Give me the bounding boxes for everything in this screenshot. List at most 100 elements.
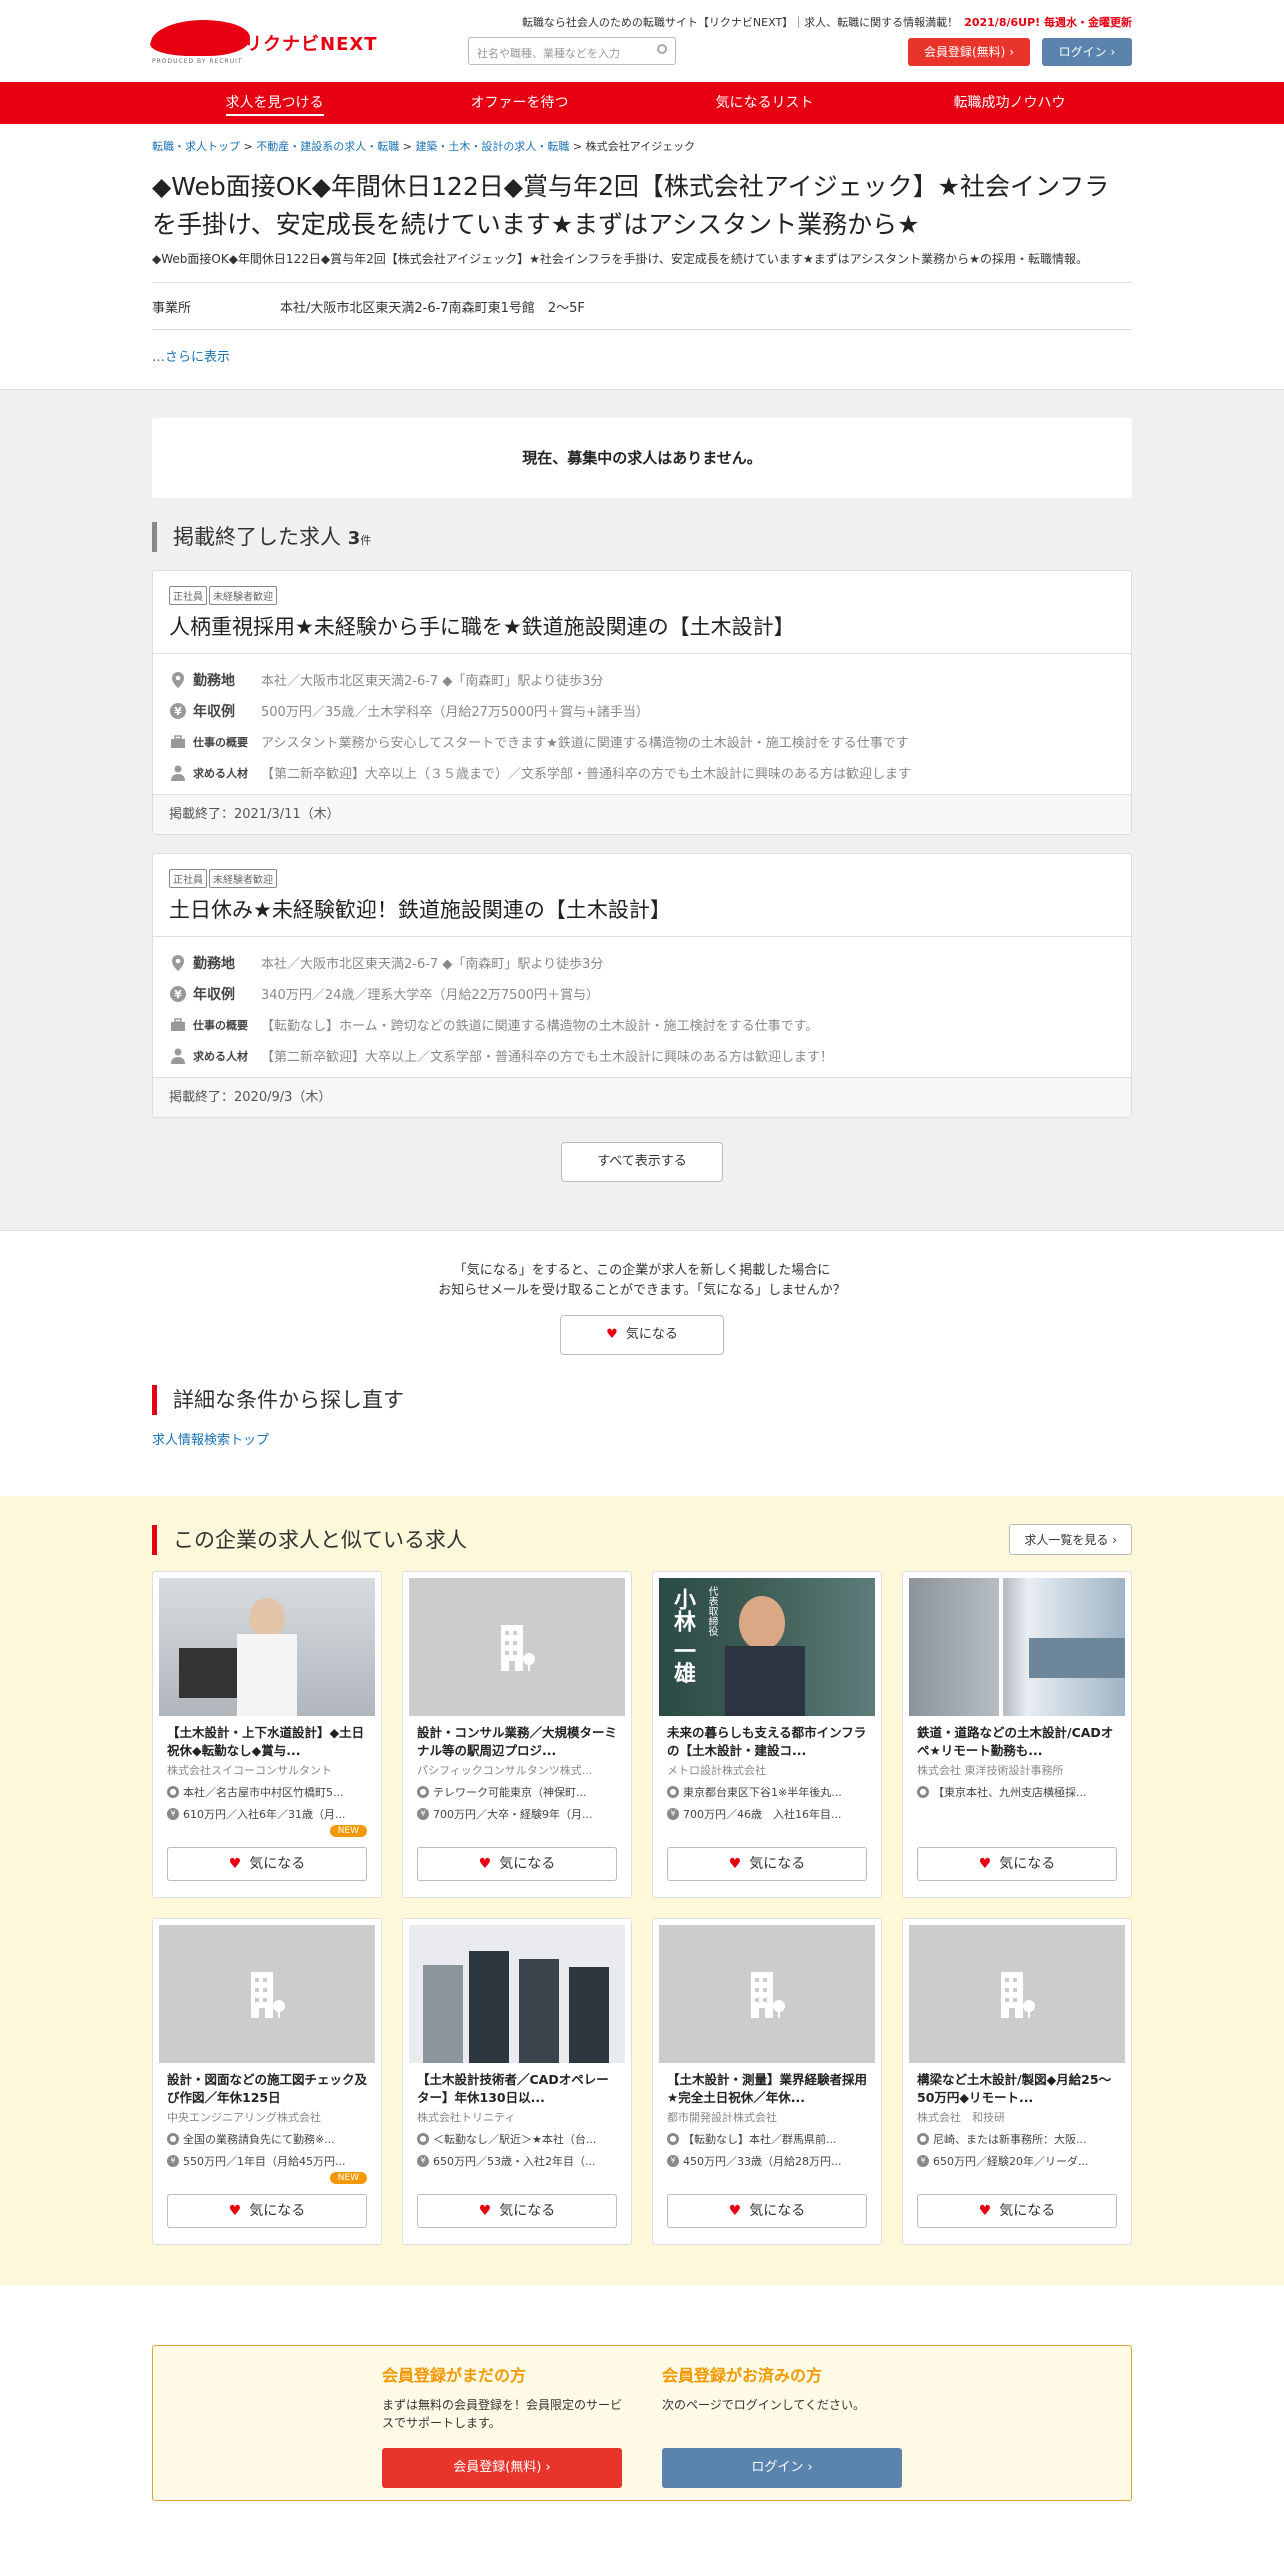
card-location: ● ＜転勤なし／駅近＞★本社（台... (417, 2131, 617, 2147)
logo-subtext: PRODUCED BY RECRUIT (152, 58, 243, 65)
company-description: ◆Web面接OK◆年間休日122日◆賞与年2回【株式会社アイジェック】★社会イン… (152, 252, 1088, 266)
bottom-register-button[interactable]: 会員登録(無料) › (382, 2448, 622, 2488)
heart-icon: ♥ (478, 1856, 492, 1872)
office-value: 本社/大阪市北区東天満2-6-7南森町東1号館 2～5F (280, 300, 585, 316)
job-tags: 正社員 未経験者歓迎 (169, 585, 1115, 605)
card-title[interactable]: 設計・コンサル業務／大規模ターミナル等の駅周辺プロジ... (417, 1724, 617, 1760)
card-salary: ¥610万円／入社6年／31歳（月... (167, 1806, 367, 1822)
favorite-section: 「気になる」をすると、この企業が求人を新しく掲載した場合に お知らせメールを受け… (152, 1231, 1132, 1355)
register-button[interactable]: 会員登録(無料) › (908, 38, 1030, 66)
page-title: ◆Web面接OK◆年間休日122日◆賞与年2回【株式会社アイジェック】★社会イン… (152, 172, 1110, 239)
card-title[interactable]: 鉄道・道路などの土木設計/CADオペ★リモート勤務も... (917, 1724, 1117, 1760)
office-row: 事業所 本社/大阪市北区東天満2-6-7南森町東1号館 2～5F (152, 282, 1132, 330)
card-title[interactable]: 設計・図面などの施工図チェック及び作図／年休125日 (167, 2071, 367, 2107)
location-pin-icon: ● (167, 1786, 179, 1798)
job-summary-row: 仕事の概要 【転勤なし】ホーム・跨切などの鉄道に関連する構造物の土木設計・施工検討… (169, 1009, 1115, 1040)
new-badge: NEW (329, 1825, 367, 1837)
breadcrumb-link-top[interactable]: 転職・求人トップ (152, 140, 240, 153)
job-list-link[interactable]: 求人一覧を見る › (1009, 1524, 1132, 1555)
yen-icon: ¥ (167, 1808, 179, 1820)
card-title[interactable]: 未来の暮らしも支える都市インフラの【土木設計・建設コ... (667, 1724, 867, 1760)
nav-item-favorites[interactable]: 気になるリスト (642, 82, 887, 124)
card-salary: ¥650万円／経験20年／リーダ... (917, 2153, 1117, 2169)
breadcrumb-link-realestate[interactable]: 不動産・建設系の求人・転職 (256, 140, 399, 153)
job-thumbnail: 代表取締役 小林 一雄 (659, 1578, 875, 1716)
heart-icon: ♥ (978, 2203, 992, 2219)
search-input[interactable]: 社名や職種、業種などを入力 (468, 37, 676, 65)
show-more-link[interactable]: …さらに表示 (152, 346, 1132, 389)
card-favorite-button[interactable]: ♥ 気になる (667, 2194, 867, 2228)
update-notice: 2021/8/6UP! 毎週水・金曜更新 (964, 16, 1132, 29)
job-title[interactable]: 土日休み★未経験歓迎！鉄道施設関連の【土木設計】 (169, 894, 1115, 924)
card-favorite-button[interactable]: ♥ 気になる (167, 1847, 367, 1881)
breadcrumb-link-construction[interactable]: 建築・土木・設計の求人・転職 (415, 140, 569, 153)
favorite-text-1: 「気になる」をすると、この企業が求人を新しく掲載した場合に (453, 1263, 831, 1278)
location-pin-icon: ● (667, 1786, 679, 1798)
job-thumbnail (159, 1925, 375, 2063)
person-icon (169, 764, 187, 782)
building-icon (501, 1625, 535, 1671)
similar-job-card[interactable]: 【土木設計・測量】業界経験者採用★完全土日祝休／年休... 都市開発設計株式会社 ●… (652, 1918, 882, 2245)
show-all-button[interactable]: すべて表示する (561, 1142, 723, 1182)
yen-icon: ¥ (417, 2155, 429, 2167)
card-favorite-button[interactable]: ♥ 気になる (667, 1847, 867, 1881)
favorite-button[interactable]: ♥ 気になる (560, 1315, 724, 1355)
nav-item-find-jobs[interactable]: 求人を見つける (152, 82, 397, 124)
person-icon (169, 1047, 187, 1065)
briefcase-icon (169, 1016, 187, 1034)
job-seek-row: 求める人材 【第二新卒歓迎】大卒以上／文系学部・普通科卒の方でも土木設計に興味のあ… (169, 1040, 1115, 1071)
member-text: 次のページでログインしてください。 (662, 2398, 866, 2412)
main-nav: 求人を見つける オファーを待つ 気になるリスト 転職成功ノウハウ (0, 82, 1284, 124)
ended-job-card[interactable]: 正社員 未経験者歓迎 土日休み★未経験歓迎！鉄道施設関連の【土木設計】 勤務地 本社… (152, 853, 1132, 1118)
card-favorite-button[interactable]: ♥ 気になる (917, 1847, 1117, 1881)
card-favorite-button[interactable]: ♥ 気になる (167, 2194, 367, 2228)
search-again-section: 詳細な条件から探し直す 求人情報検索トップ (152, 1385, 1132, 1448)
similar-job-card[interactable]: 構梁など土木設計/製図◆月給25～50万円◆リモート... 株式会社 和技研 ● 尼崎… (902, 1918, 1132, 2245)
job-seek-row: 求める人材 【第二新卒歓迎】大卒以上（３５歳まで）／文系学部・普通科卒の方でも土木… (169, 757, 1115, 788)
card-company: 株式会社 東洋技術設計事務所 (917, 1764, 1064, 1777)
card-favorite-button[interactable]: ♥ 気になる (417, 2194, 617, 2228)
card-title[interactable]: 構梁など土木設計/製図◆月給25～50万円◆リモート... (917, 2071, 1117, 2107)
job-summary-row: 仕事の概要 アシスタント業務から安心してスタートできます★鉄道に関連する構造物の土… (169, 726, 1115, 757)
search-top-link[interactable]: 求人情報検索トップ (152, 1429, 1132, 1448)
card-title[interactable]: 【土木設計・上下水道設計】◆土日祝休◆転勤なし◆賞与... (167, 1724, 367, 1760)
card-favorite-button[interactable]: ♥ 気になる (417, 1847, 617, 1881)
card-title[interactable]: 【土木設計・測量】業界経験者採用★完全土日祝休／年休... (667, 2071, 867, 2107)
card-company: 株式会社 和技研 (917, 2111, 1005, 2124)
job-thumbnail (909, 1578, 1125, 1716)
image-name: 小林 一雄 (670, 1588, 695, 1684)
card-company: メトロ設計株式会社 (667, 1764, 766, 1777)
card-company: 株式会社スイコーコンサルタント (167, 1764, 332, 1777)
location-pin-icon (169, 954, 187, 972)
similar-job-card[interactable]: 設計・図面などの施工図チェック及び作図／年休125日 中央エンジニアリング株式会社… (152, 1918, 382, 2245)
card-location: ● 【転勤なし】本社／群馬県前... (667, 2131, 867, 2147)
login-button[interactable]: ログイン › (1042, 38, 1132, 66)
similar-job-card[interactable]: 【土木設計技術者／CADオペレーター】年休130日以... 株式会社トリニティ ● ＜… (402, 1918, 632, 2245)
site-header: リクナビNEXT PRODUCED BY RECRUIT 転職なら社会人のための… (146, 0, 1132, 82)
location-pin-icon: ● (417, 1786, 429, 1798)
card-salary: ¥650万円／53歳・入社2年目（... (417, 2153, 617, 2169)
job-location-row: 勤務地 本社／大阪市北区東天満2-6-7 ◆「南森町」駅より徒歩3分 (169, 947, 1115, 978)
job-thumbnail (409, 1925, 625, 2063)
yen-icon: ¥ (667, 1808, 679, 1820)
similar-job-card[interactable]: 【土木設計・上下水道設計】◆土日祝休◆転勤なし◆賞与... 株式会社スイコーコンサ… (152, 1571, 382, 1898)
nav-item-wait-offers[interactable]: オファーを待つ (397, 82, 642, 124)
heart-icon: ♥ (978, 1856, 992, 1872)
building-icon (1001, 1972, 1035, 2018)
bottom-login-button[interactable]: ログイン › (662, 2448, 902, 2488)
card-title[interactable]: 【土木設計技術者／CADオペレーター】年休130日以... (417, 2071, 617, 2107)
site-logo[interactable]: リクナビNEXT PRODUCED BY RECRUIT (146, 16, 377, 68)
location-pin-icon: ● (667, 2133, 679, 2145)
search-icon[interactable] (657, 44, 667, 54)
similar-job-card[interactable]: 鉄道・道路などの土木設計/CADオペ★リモート勤務も... 株式会社 東洋技術設計… (902, 1571, 1132, 1898)
similar-job-card[interactable]: 設計・コンサル業務／大規模ターミナル等の駅周辺プロジ... パシフィックコンサルタ… (402, 1571, 632, 1898)
location-pin-icon: ● (417, 2133, 429, 2145)
job-title[interactable]: 人柄重視採用★未経験から手に職を★鉄道施設関連の【土木設計】 (169, 611, 1115, 641)
card-favorite-button[interactable]: ♥ 気になる (917, 2194, 1117, 2228)
breadcrumb-current: 株式会社アイジェック (585, 140, 696, 153)
register-section: 会員登録がまだの方 まずは無料の会員登録を！会員限定のサービスでサポートします。… (152, 2285, 1132, 2541)
logo-swoosh (146, 20, 256, 56)
similar-job-card[interactable]: 代表取締役 小林 一雄未来の暮らしも支える都市インフラの【土木設計・建設コ... メ… (652, 1571, 882, 1898)
ended-job-card[interactable]: 正社員 未経験者歓迎 人柄重視採用★未経験から手に職を★鉄道施設関連の【土木設計】… (152, 570, 1132, 835)
nav-item-knowhow[interactable]: 転職成功ノウハウ (887, 82, 1132, 124)
